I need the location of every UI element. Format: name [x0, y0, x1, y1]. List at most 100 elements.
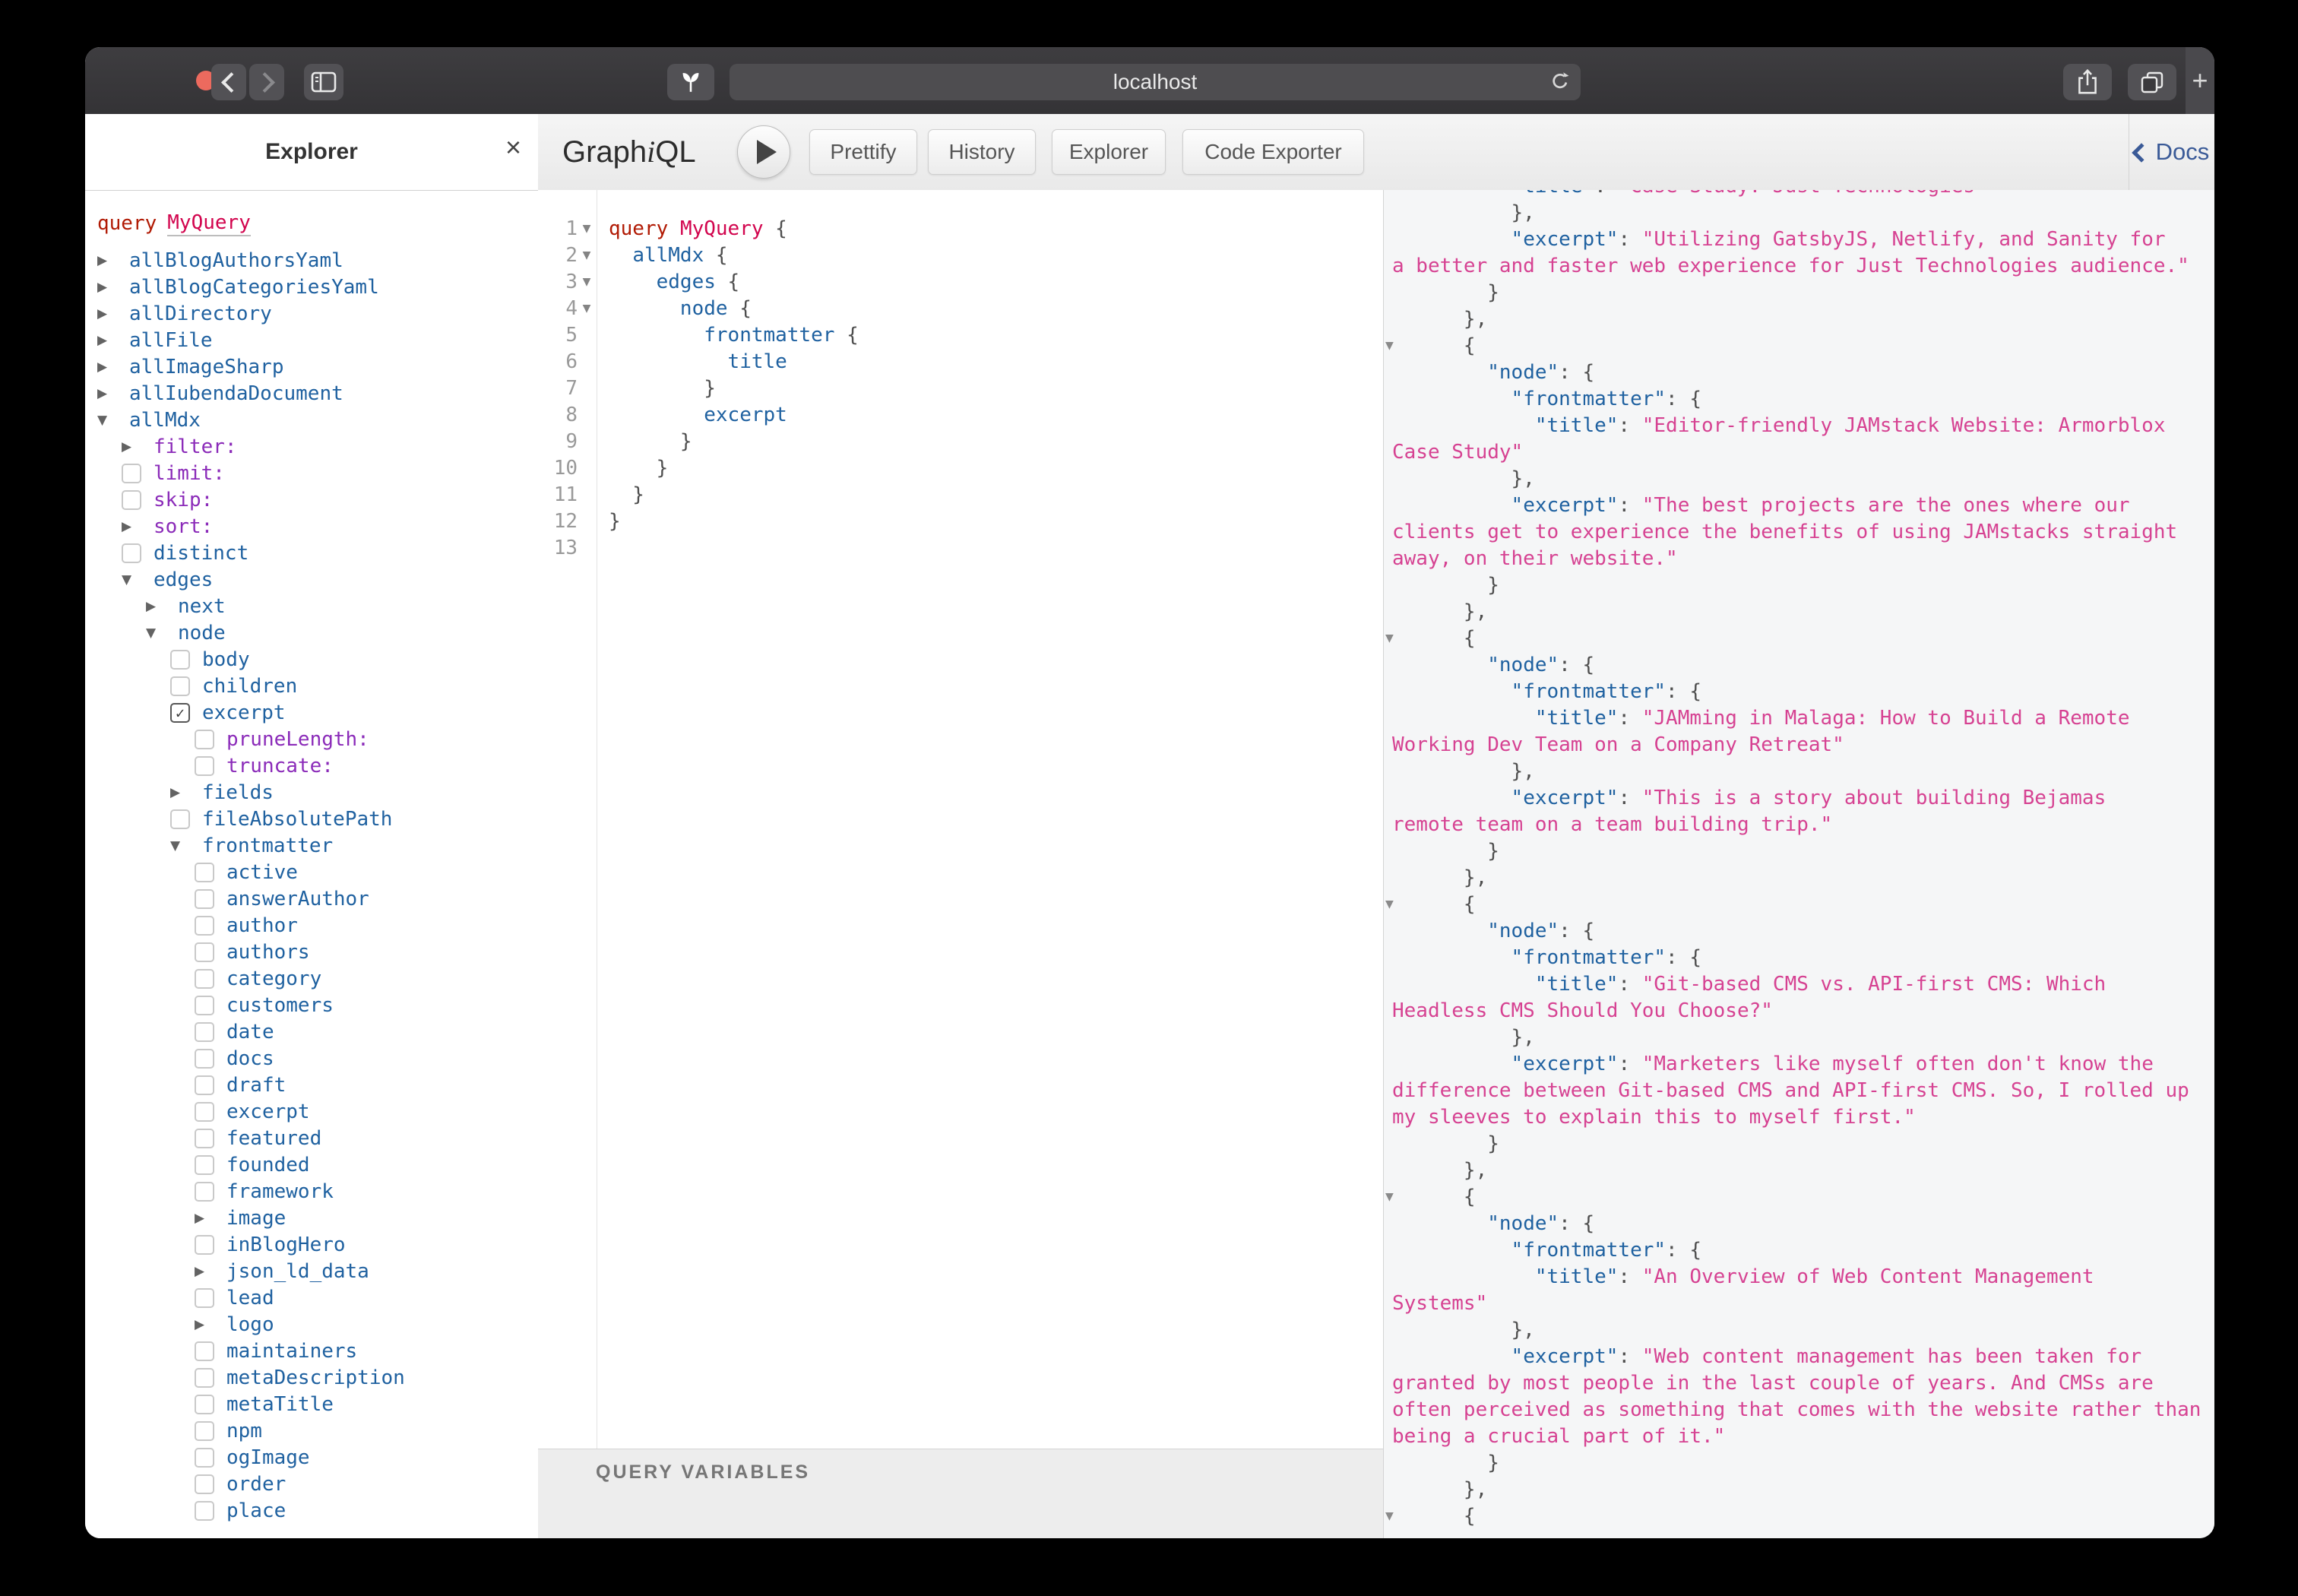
- collapse-arrow-icon[interactable]: ▼: [146, 625, 156, 641]
- back-button[interactable]: [211, 64, 246, 100]
- tree-item-allBlogCategoriesYaml[interactable]: ▶allBlogCategoriesYaml: [97, 274, 538, 300]
- explorer-tree[interactable]: query MyQuery ▶allBlogAuthorsYaml▶allBlo…: [85, 191, 538, 1524]
- tree-item-inBlogHero[interactable]: inBlogHero: [195, 1231, 538, 1258]
- checkbox[interactable]: [195, 942, 214, 962]
- tree-item-ogImage[interactable]: ogImage: [195, 1444, 538, 1471]
- checkbox[interactable]: [122, 464, 141, 483]
- tree-item-allBlogAuthorsYaml[interactable]: ▶allBlogAuthorsYaml: [97, 247, 538, 274]
- code-line[interactable]: [609, 535, 1383, 562]
- code-line[interactable]: title: [609, 349, 1383, 375]
- collapse-arrow-icon[interactable]: ▼: [170, 838, 180, 853]
- checkbox[interactable]: [195, 1182, 214, 1202]
- tree-item-truncate[interactable]: truncate:: [195, 752, 538, 779]
- execute-query-button[interactable]: [737, 125, 790, 179]
- code-line[interactable]: }: [609, 455, 1383, 482]
- tree-item-order[interactable]: order: [195, 1471, 538, 1497]
- tree-item-allIubendaDocument[interactable]: ▶allIubendaDocument: [97, 380, 538, 407]
- checkbox-checked[interactable]: [170, 703, 190, 723]
- checkbox[interactable]: [195, 756, 214, 776]
- tree-item-metaDescription[interactable]: metaDescription: [195, 1364, 538, 1391]
- expand-arrow-icon[interactable]: ▶: [97, 333, 107, 348]
- fold-arrow-icon[interactable]: ▼: [578, 269, 596, 296]
- checkbox[interactable]: [195, 1474, 214, 1494]
- tree-item-metaTitle[interactable]: metaTitle: [195, 1391, 538, 1417]
- result-fold-arrow-icon[interactable]: ▼: [1385, 1503, 1399, 1530]
- result-fold-arrow-icon[interactable]: ▼: [1385, 891, 1399, 918]
- expand-arrow-icon[interactable]: ▶: [195, 1264, 204, 1279]
- tree-item-fileAbsolutePath[interactable]: fileAbsolutePath: [170, 806, 538, 832]
- checkbox[interactable]: [122, 490, 141, 510]
- tree-item-lead[interactable]: lead: [195, 1284, 538, 1311]
- checkbox[interactable]: [195, 863, 214, 882]
- code-line[interactable]: node {: [609, 296, 1383, 322]
- explorer-close-button[interactable]: ×: [505, 134, 521, 161]
- tree-item-maintainers[interactable]: maintainers: [195, 1338, 538, 1364]
- checkbox[interactable]: [195, 1341, 214, 1361]
- fold-arrow-icon[interactable]: ▼: [578, 242, 596, 269]
- expand-arrow-icon[interactable]: ▶: [195, 1317, 204, 1332]
- checkbox[interactable]: [195, 1049, 214, 1069]
- collapse-arrow-icon[interactable]: ▼: [122, 572, 131, 587]
- tree-item-json_ld_data[interactable]: ▶json_ld_data: [195, 1258, 538, 1284]
- code-line[interactable]: excerpt: [609, 402, 1383, 429]
- checkbox[interactable]: [195, 1368, 214, 1388]
- forward-button[interactable]: [249, 64, 284, 100]
- new-tab-button[interactable]: +: [2186, 47, 2214, 114]
- expand-arrow-icon[interactable]: ▶: [195, 1211, 204, 1226]
- expand-arrow-icon[interactable]: ▶: [146, 599, 156, 614]
- code-exporter-button[interactable]: Code Exporter: [1182, 129, 1364, 175]
- checkbox[interactable]: [195, 1395, 214, 1414]
- code-line[interactable]: edges {: [609, 269, 1383, 296]
- result-fold-arrow-icon[interactable]: ▼: [1385, 1184, 1399, 1211]
- checkbox[interactable]: [195, 1022, 214, 1042]
- checkbox[interactable]: [195, 969, 214, 989]
- tree-item-image[interactable]: ▶image: [195, 1205, 538, 1231]
- tree-item-logo[interactable]: ▶logo: [195, 1311, 538, 1338]
- tree-item-framework[interactable]: framework: [195, 1178, 538, 1205]
- code-line[interactable]: }: [609, 375, 1383, 402]
- result-fold-arrow-icon[interactable]: ▼: [1385, 625, 1399, 652]
- code-line[interactable]: }: [609, 482, 1383, 508]
- tree-item-next[interactable]: ▶next: [146, 593, 538, 619]
- code-line[interactable]: query MyQuery {: [609, 216, 1383, 242]
- tree-item-npm[interactable]: npm: [195, 1417, 538, 1444]
- tree-item-allFile[interactable]: ▶allFile: [97, 327, 538, 353]
- code-line[interactable]: }: [609, 429, 1383, 455]
- checkbox[interactable]: [195, 1102, 214, 1122]
- tree-item-allImageSharp[interactable]: ▶allImageSharp: [97, 353, 538, 380]
- tree-item-allDirectory[interactable]: ▶allDirectory: [97, 300, 538, 327]
- reload-button[interactable]: [1549, 70, 1572, 98]
- fold-arrow-icon[interactable]: ▼: [578, 296, 596, 322]
- share-button[interactable]: [2063, 64, 2112, 100]
- editor-code[interactable]: query MyQuery { allMdx { edges { node { …: [598, 190, 1383, 1449]
- tree-item-answerAuthor[interactable]: answerAuthor: [195, 885, 538, 912]
- tree-item-sort[interactable]: ▶sort:: [122, 513, 538, 540]
- history-button[interactable]: History: [928, 129, 1036, 175]
- checkbox[interactable]: [195, 1448, 214, 1468]
- checkbox[interactable]: [195, 730, 214, 749]
- expand-arrow-icon[interactable]: ▶: [97, 253, 107, 268]
- tree-item-filter[interactable]: ▶filter:: [122, 433, 538, 460]
- tree-item-children[interactable]: children: [170, 673, 538, 699]
- tab-overview-button[interactable]: [2128, 64, 2176, 100]
- address-bar[interactable]: localhost: [730, 64, 1581, 100]
- tree-item-category[interactable]: category: [195, 965, 538, 992]
- result-fold-arrow-icon[interactable]: ▼: [1385, 333, 1399, 359]
- query-name-input[interactable]: MyQuery: [167, 211, 251, 236]
- prettify-button[interactable]: Prettify: [809, 129, 917, 175]
- query-editor[interactable]: 1▼2▼3▼4▼5678910111213 query MyQuery { al…: [538, 190, 1383, 1449]
- tree-item-active[interactable]: active: [195, 859, 538, 885]
- checkbox[interactable]: [170, 676, 190, 696]
- checkbox[interactable]: [170, 650, 190, 670]
- collapse-arrow-icon[interactable]: ▼: [97, 413, 107, 428]
- tree-item-body[interactable]: body: [170, 646, 538, 673]
- fold-arrow-icon[interactable]: ▼: [578, 216, 596, 242]
- sidebar-toggle-button[interactable]: [304, 64, 343, 100]
- tree-item-draft[interactable]: draft: [195, 1072, 538, 1098]
- checkbox[interactable]: [195, 1075, 214, 1095]
- checkbox[interactable]: [195, 1235, 214, 1255]
- checkbox[interactable]: [195, 996, 214, 1015]
- checkbox[interactable]: [195, 1155, 214, 1175]
- checkbox[interactable]: [195, 1421, 214, 1441]
- tree-item-featured[interactable]: featured: [195, 1125, 538, 1151]
